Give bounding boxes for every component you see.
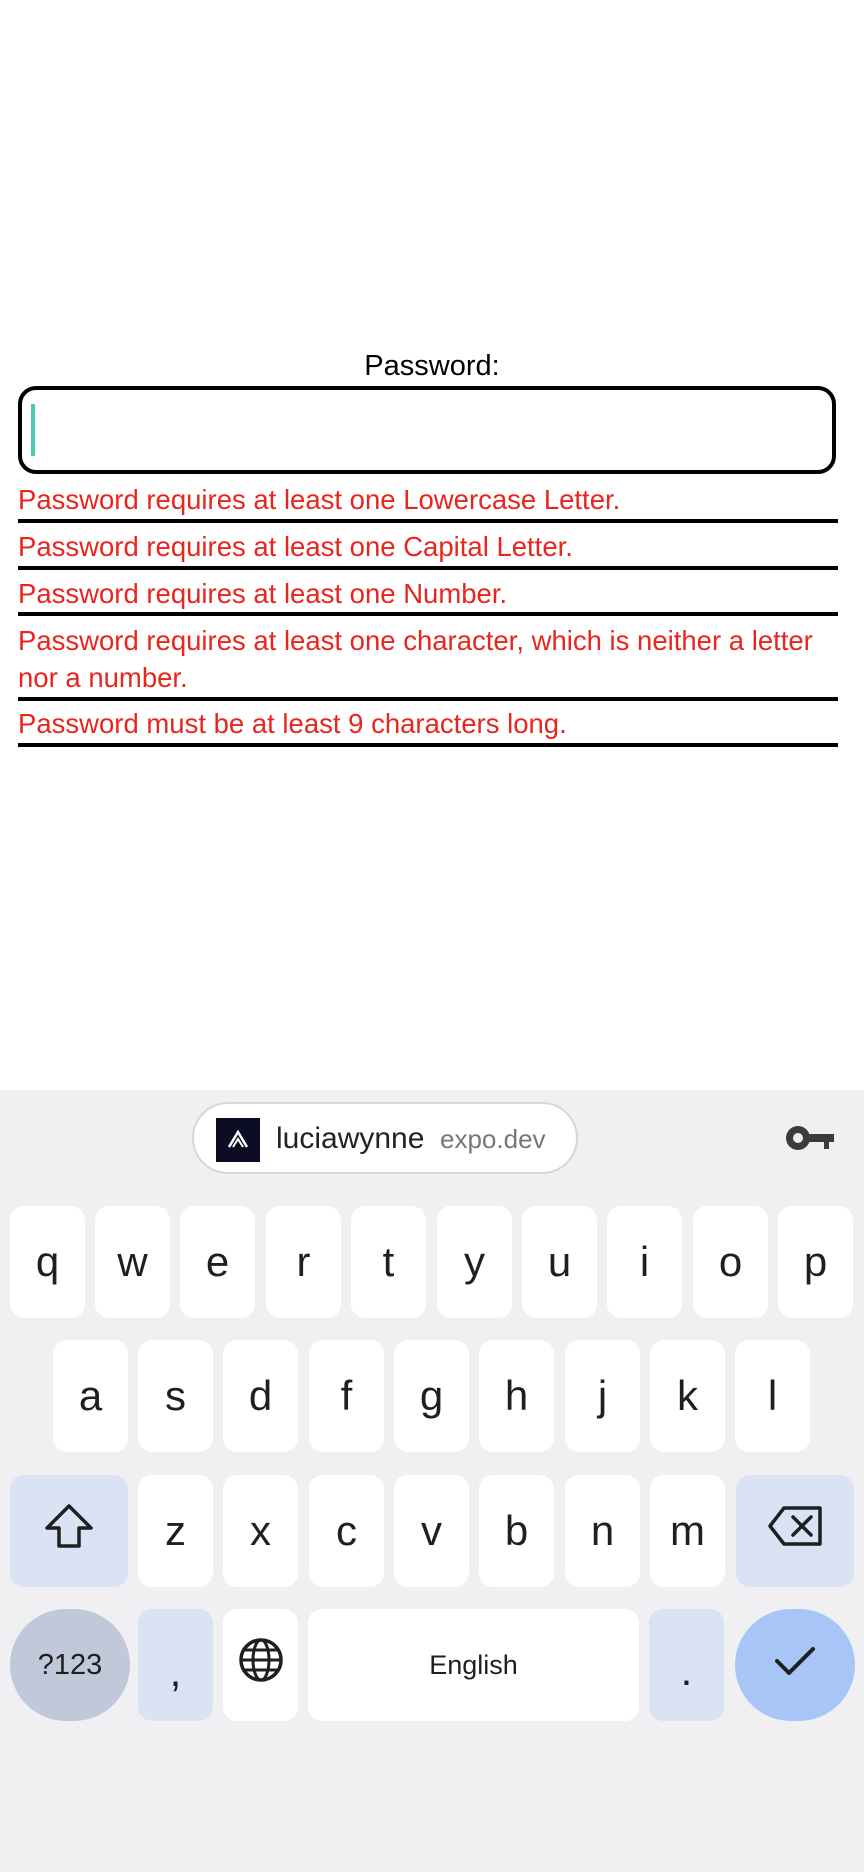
password-label: Password: — [364, 350, 500, 382]
suggestion-username: luciawynne — [276, 1122, 425, 1155]
divider — [18, 612, 838, 616]
key-t[interactable]: t — [351, 1206, 426, 1318]
shift-key[interactable] — [10, 1475, 128, 1587]
key-n[interactable]: n — [565, 1475, 640, 1587]
divider — [18, 743, 838, 747]
backspace-icon — [766, 1504, 824, 1558]
enter-key[interactable] — [735, 1609, 855, 1721]
key-v[interactable]: v — [394, 1475, 469, 1587]
divider — [18, 566, 838, 570]
key-g[interactable]: g — [394, 1340, 469, 1452]
key-z[interactable]: z — [138, 1475, 213, 1587]
divider — [18, 519, 838, 523]
key-f[interactable]: f — [309, 1340, 384, 1452]
backspace-key[interactable] — [736, 1475, 854, 1587]
key-h[interactable]: h — [479, 1340, 554, 1452]
key-r[interactable]: r — [266, 1206, 341, 1318]
key-u[interactable]: u — [522, 1206, 597, 1318]
error-lowercase: Password requires at least one Lowercase… — [18, 484, 621, 515]
error-capital: Password requires at least one Capital L… — [18, 531, 573, 562]
key-x[interactable]: x — [223, 1475, 298, 1587]
key-s[interactable]: s — [138, 1340, 213, 1452]
key-d[interactable]: d — [223, 1340, 298, 1452]
key-e[interactable]: e — [180, 1206, 255, 1318]
key-j[interactable]: j — [565, 1340, 640, 1452]
period-key[interactable]: . — [649, 1609, 724, 1721]
checkmark-icon — [773, 1641, 817, 1689]
key-m[interactable]: m — [650, 1475, 725, 1587]
key-icon[interactable] — [784, 1122, 836, 1154]
shift-icon — [43, 1502, 95, 1560]
space-key[interactable]: English — [308, 1609, 639, 1721]
expo-logo-icon — [216, 1118, 260, 1162]
soft-keyboard: luciawynne expo.dev q w e r t y u i o p … — [0, 1090, 864, 1872]
key-k[interactable]: k — [650, 1340, 725, 1452]
error-special-char: Password requires at least one character… — [18, 625, 813, 693]
password-form: Password: Password requires at least one… — [0, 0, 864, 1090]
text-caret — [31, 404, 35, 456]
key-p[interactable]: p — [778, 1206, 853, 1318]
key-b[interactable]: b — [479, 1475, 554, 1587]
key-a[interactable]: a — [53, 1340, 128, 1452]
globe-key[interactable] — [223, 1609, 298, 1721]
key-l[interactable]: l — [735, 1340, 810, 1452]
key-c[interactable]: c — [309, 1475, 384, 1587]
divider — [18, 697, 838, 701]
comma-key[interactable]: , — [138, 1609, 213, 1721]
symbols-key[interactable]: ?123 — [10, 1609, 130, 1721]
password-suggestion[interactable]: luciawynne expo.dev — [192, 1102, 578, 1174]
key-i[interactable]: i — [607, 1206, 682, 1318]
password-input[interactable] — [18, 386, 836, 474]
key-q[interactable]: q — [10, 1206, 85, 1318]
key-o[interactable]: o — [693, 1206, 768, 1318]
key-w[interactable]: w — [95, 1206, 170, 1318]
key-y[interactable]: y — [437, 1206, 512, 1318]
globe-icon — [237, 1636, 285, 1694]
suggestion-domain: expo.dev — [440, 1124, 546, 1154]
error-number: Password requires at least one Number. — [18, 578, 508, 609]
error-length: Password must be at least 9 characters l… — [18, 708, 567, 739]
